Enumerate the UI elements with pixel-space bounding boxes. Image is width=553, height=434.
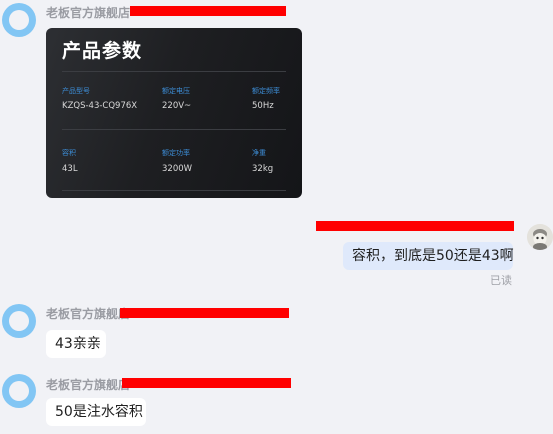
product-spec-card[interactable]: 产品参数 产品型号 KZQS-43-CQ976X 额定电压 220V~ 额定频率… [46, 28, 302, 198]
spec-label-capacity: 容积 [62, 149, 76, 157]
card-divider [62, 129, 286, 130]
card-divider [62, 190, 286, 191]
shop-name: 老板官方旗舰店 [46, 307, 131, 321]
redacted-name-bar [130, 6, 286, 16]
redacted-name-bar [120, 308, 289, 318]
user-message-bubble[interactable]: 容积，到底是50还是43啊 [343, 242, 514, 270]
spec-value-voltage: 220V~ [162, 101, 192, 111]
spec-label-frequency: 额定频率 [252, 87, 280, 95]
spec-value-weight: 32kg [252, 164, 274, 174]
spec-label-model: 产品型号 [62, 87, 90, 95]
shop-avatar[interactable] [2, 304, 36, 338]
read-status: 已读 [490, 274, 512, 287]
shop-name: 老板官方旗舰店 [46, 378, 131, 392]
shop-message-bubble[interactable]: 50是注水容积 [46, 398, 146, 426]
spec-value-capacity: 43L [62, 164, 78, 174]
user-avatar[interactable] [527, 224, 553, 250]
spec-label-power: 额定功率 [162, 149, 190, 157]
user-avatar-icon [527, 224, 553, 250]
redacted-user-name-bar [316, 221, 514, 231]
shop-message-bubble[interactable]: 43亲亲 [46, 330, 106, 358]
spec-label-weight: 净重 [252, 149, 266, 157]
spec-value-frequency: 50Hz [252, 101, 274, 111]
spec-label-voltage: 额定电压 [162, 87, 190, 95]
redacted-name-bar [122, 378, 291, 388]
shop-avatar[interactable] [2, 3, 36, 37]
shop-name: 老板官方旗舰店 [46, 6, 131, 20]
spec-value-power: 3200W [162, 164, 193, 174]
card-divider [62, 71, 286, 72]
spec-value-model: KZQS-43-CQ976X [62, 101, 138, 111]
card-title: 产品参数 [62, 40, 143, 62]
shop-avatar[interactable] [2, 374, 36, 408]
